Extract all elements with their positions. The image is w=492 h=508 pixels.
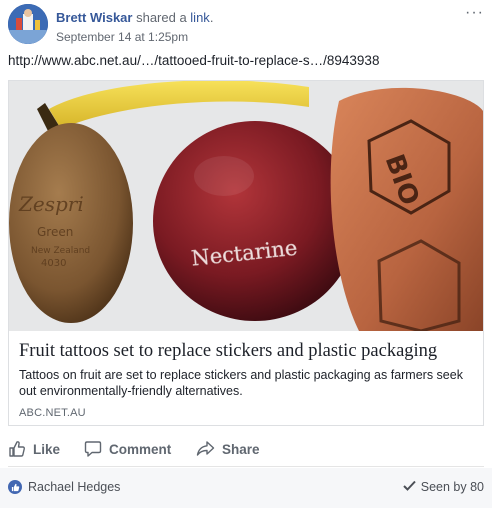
avatar[interactable] bbox=[8, 4, 48, 44]
author-name[interactable]: Brett Wiskar bbox=[56, 10, 132, 25]
like-label: Like bbox=[33, 441, 61, 457]
card-domain: ABC.NET.AU bbox=[19, 407, 86, 419]
reactor-name: Rachael Hedges bbox=[28, 480, 121, 494]
seen-count: Seen by 80 bbox=[420, 480, 484, 494]
action-prefix: shared a bbox=[136, 10, 191, 25]
checkmark-icon bbox=[403, 480, 416, 494]
link-preview-card[interactable]: Zespri Green New Zealand 4030 Nectarine … bbox=[8, 80, 484, 426]
share-arrow-icon bbox=[196, 440, 215, 458]
card-description: Tattoos on fruit are set to replace stic… bbox=[19, 368, 463, 398]
facebook-post: Brett Wiskar shared a link. September 14… bbox=[0, 0, 492, 508]
reaction-summary[interactable]: Rachael Hedges bbox=[8, 480, 120, 494]
post-footer: Rachael Hedges Seen by 80 bbox=[0, 468, 492, 508]
card-title[interactable]: Fruit tattoos set to replace stickers an… bbox=[19, 339, 475, 363]
share-button[interactable]: Share bbox=[196, 432, 260, 466]
svg-text:Zespri: Zespri bbox=[18, 192, 84, 216]
share-label: Share bbox=[222, 441, 260, 457]
post-timestamp[interactable]: September 14 at 1:25pm bbox=[56, 30, 188, 44]
svg-text:Green: Green bbox=[37, 225, 73, 239]
shared-url[interactable]: http://www.abc.net.au/…/tattooed-fruit-t… bbox=[8, 53, 379, 68]
like-button[interactable]: Like bbox=[8, 432, 60, 466]
post-header: Brett Wiskar shared a link. September 14… bbox=[8, 4, 484, 50]
svg-text:New Zealand: New Zealand bbox=[31, 246, 90, 256]
post-actions: Like Comment Share bbox=[8, 432, 484, 467]
action-suffix: . bbox=[209, 10, 214, 25]
card-image[interactable]: Zespri Green New Zealand 4030 Nectarine … bbox=[9, 81, 483, 331]
like-reaction-icon bbox=[8, 480, 22, 494]
speech-bubble-icon bbox=[84, 440, 102, 458]
more-options-icon[interactable]: ··· bbox=[465, 4, 484, 22]
thumbs-up-icon bbox=[8, 440, 26, 458]
comment-button[interactable]: Comment bbox=[84, 432, 171, 466]
card-body: Fruit tattoos set to replace stickers an… bbox=[19, 339, 475, 419]
seen-by[interactable]: Seen by 80 bbox=[403, 480, 484, 494]
author-line: Brett Wiskar shared a link. bbox=[56, 10, 213, 25]
comment-label: Comment bbox=[109, 441, 172, 457]
svg-text:4030: 4030 bbox=[41, 258, 66, 269]
shared-link-word[interactable]: link bbox=[190, 10, 210, 25]
